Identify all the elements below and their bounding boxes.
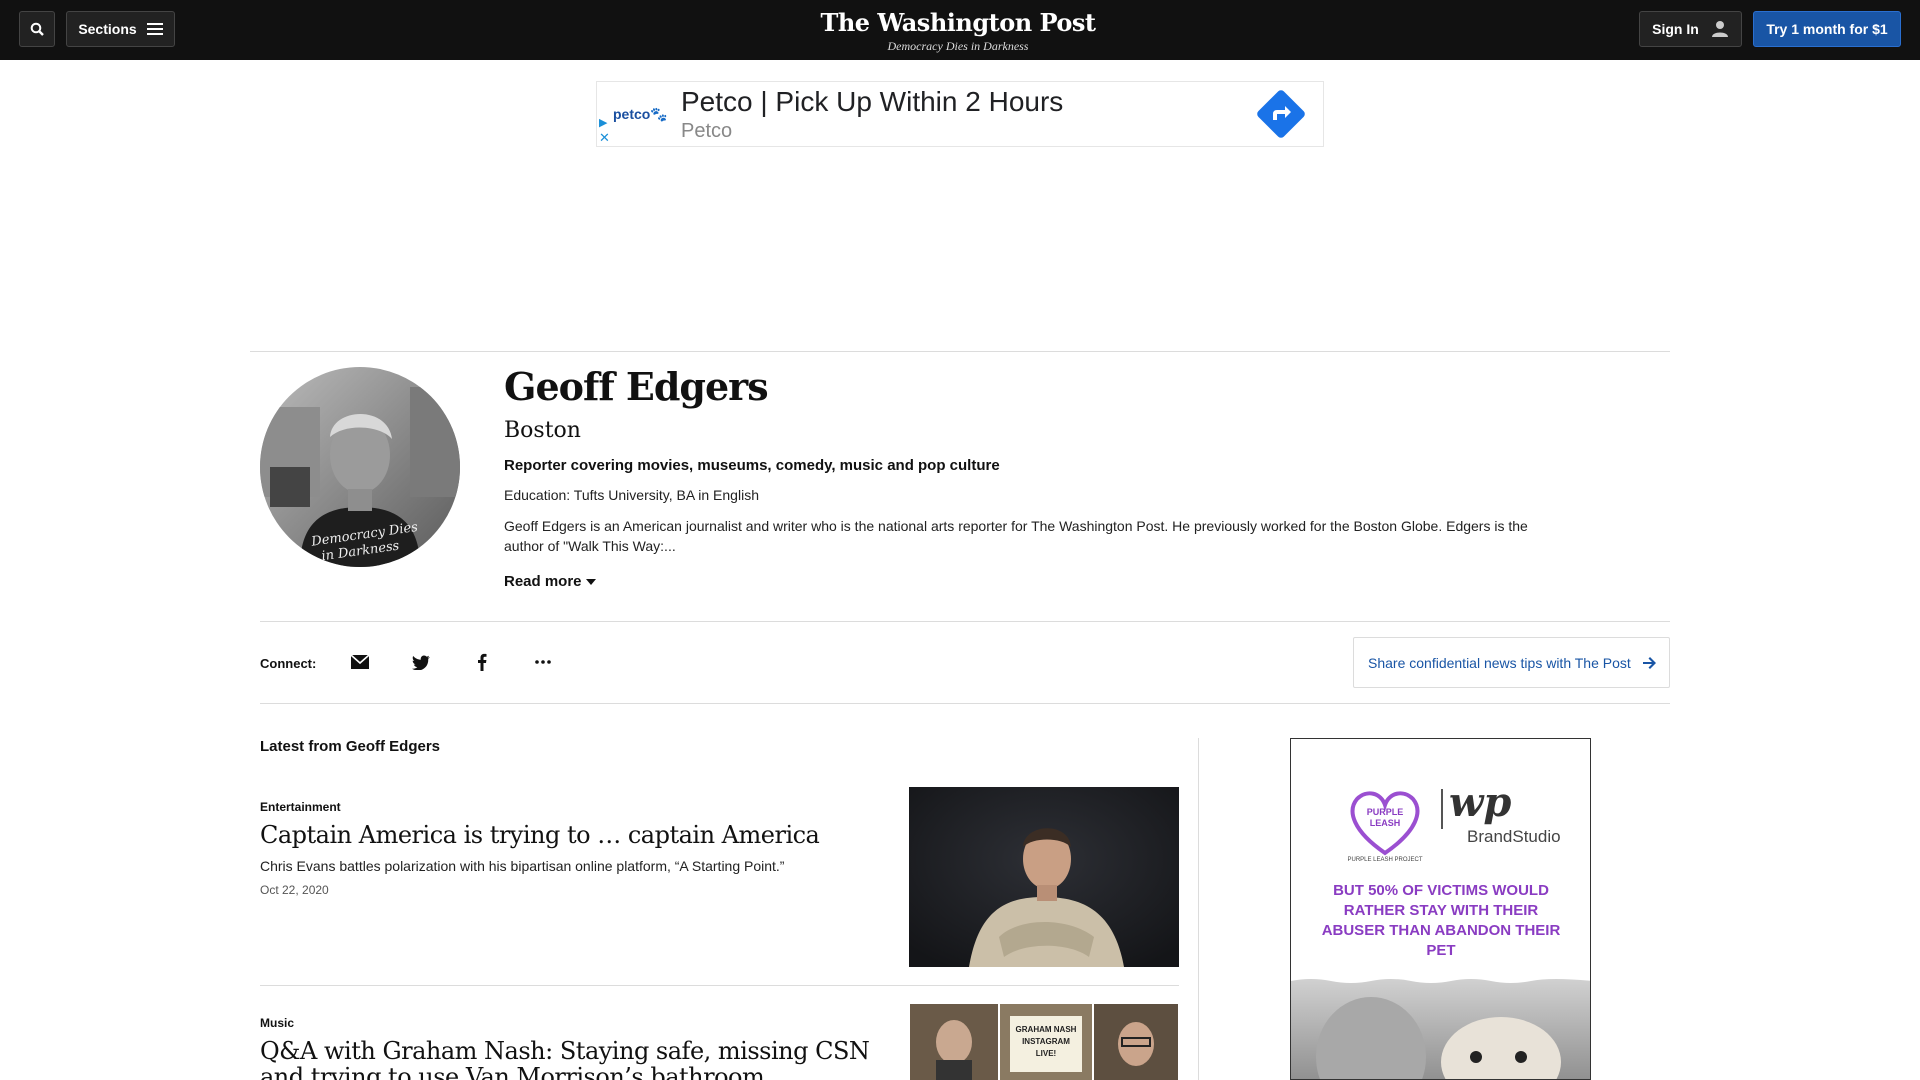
sign-in-label: Sign In [1652,21,1699,37]
article-kicker[interactable]: Music [260,1016,294,1030]
twitter-icon[interactable] [409,650,433,674]
ad-photo [1291,977,1590,1079]
facebook-icon[interactable] [470,650,494,674]
user-icon [1711,21,1728,37]
read-more-label: Read more [504,573,582,590]
connect-top-divider [260,621,1670,622]
masthead-title: The Washington Post [820,8,1096,37]
svg-text:PURPLE: PURPLE [1367,807,1404,817]
article-headline[interactable]: Q&A with Graham Nash: Staying safe, miss… [260,1038,880,1080]
directions-arrow-icon[interactable] [1257,90,1305,138]
more-icon[interactable] [531,650,555,674]
menu-icon [146,23,163,35]
author-education: Education: Tufts University, BA in Engli… [504,487,759,503]
connect-bottom-divider [260,703,1670,704]
author-role: Reporter covering movies, museums, comed… [504,457,1000,474]
caret-down-icon [585,578,596,585]
masthead-logo[interactable]: The Washington Post Democracy Dies in Da… [800,9,1116,54]
sections-button[interactable]: Sections [66,11,175,47]
sign-in-button[interactable]: Sign In [1639,11,1742,47]
top-nav: Sections The Washington Post Democracy D… [0,0,1920,60]
svg-text:GRAHAM NASH: GRAHAM NASH [1016,1025,1077,1034]
article-divider [260,985,1179,986]
svg-text:PURPLE LEASH PROJECT: PURPLE LEASH PROJECT [1347,857,1422,863]
article-blurb: Chris Evans battles polarization with hi… [260,858,785,874]
author-bio: Geoff Edgers is an American journalist a… [504,518,1528,554]
section-divider [250,351,1670,352]
arrow-right-icon [1642,656,1656,669]
search-icon [30,22,44,36]
article-thumbnail[interactable] [909,787,1179,967]
ad-copy: BUT 50% OF VICTIMS WOULD RATHER STAY WIT… [1321,882,1561,959]
wp-logo: wp [1449,779,1512,826]
close-ad-icon[interactable]: ✕ [599,130,610,146]
email-icon[interactable] [348,650,372,674]
brand-studio-label: BrandStudio [1467,827,1561,846]
article-headline[interactable]: Captain America is trying to … captain A… [260,822,880,848]
sections-label: Sections [78,21,137,37]
news-tips-label: Share confidential news tips with The Po… [1368,654,1631,671]
article-thumbnail[interactable]: GRAHAM NASH INSTAGRAM LIVE! [910,1004,1178,1080]
svg-text:LIVE!: LIVE! [1036,1049,1056,1058]
svg-text:INSTAGRAM: INSTAGRAM [1022,1037,1070,1046]
masthead-tagline: Democracy Dies in Darkness [887,39,1029,53]
latest-heading: Latest from Geoff Edgers [260,738,441,755]
author-avatar: Democracy Dies in Darkness [260,367,460,567]
read-more-button[interactable]: Read more [504,573,596,590]
svg-text:LEASH: LEASH [1370,818,1401,828]
petco-logo: petco🐾 [613,106,668,122]
article-kicker[interactable]: Entertainment [260,800,341,814]
brand-studio-ad[interactable]: PURPLE LEASH PURPLE LEASH PROJECT wp Bra… [1290,738,1591,1080]
article-date: Oct 22, 2020 [260,883,329,897]
author-name: Geoff Edgers [504,364,769,409]
ad-advertiser: Petco [681,120,733,142]
ad-divider [1441,789,1443,829]
subscribe-button[interactable]: Try 1 month for $1 [1753,11,1901,47]
adchoices-icon[interactable]: ▶ [599,116,607,129]
author-location: Boston [504,418,581,443]
ad-title: Petco | Pick Up Within 2 Hours [681,86,1064,117]
search-button[interactable] [19,11,55,47]
news-tips-button[interactable]: Share confidential news tips with The Po… [1353,637,1670,688]
petco-ad-banner[interactable]: petco🐾 ▶ ✕ Petco | Pick Up Within 2 Hour… [596,81,1324,147]
purple-leash-logo: PURPLE LEASH PURPLE LEASH PROJECT [1347,791,1423,863]
connect-label: Connect: [260,656,317,671]
column-divider [1198,738,1199,1080]
